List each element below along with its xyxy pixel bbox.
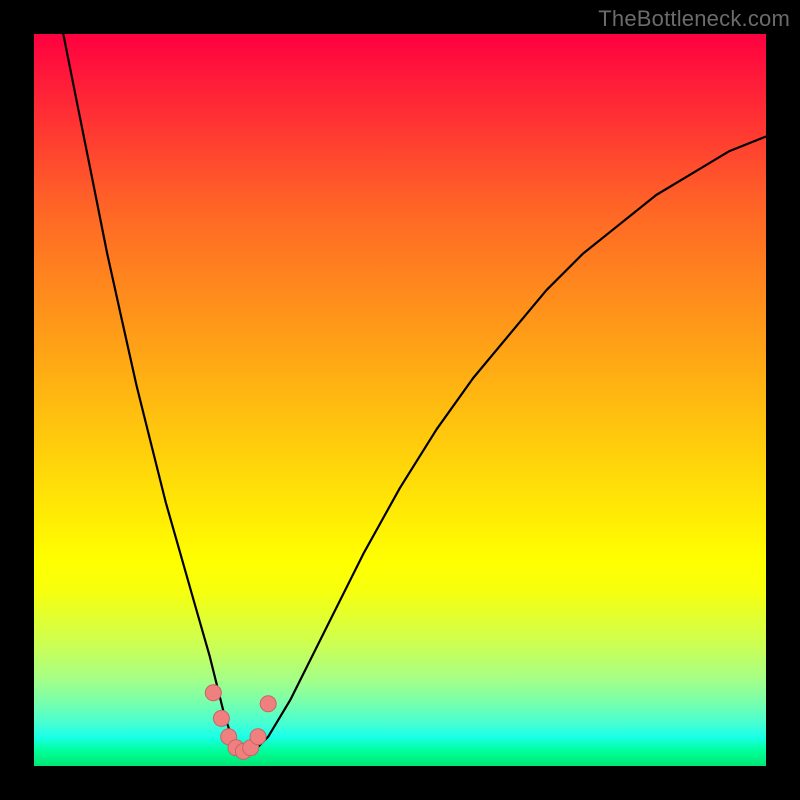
optimal-dot (205, 685, 221, 701)
chart-svg (34, 34, 766, 766)
optimal-dot (213, 710, 229, 726)
optimal-range-dots (205, 685, 276, 760)
optimal-dot (260, 696, 276, 712)
optimal-dot (250, 729, 266, 745)
chart-frame: TheBottleneck.com (0, 0, 800, 800)
bottleneck-curve-path (63, 34, 766, 751)
watermark-text: TheBottleneck.com (598, 6, 790, 32)
plot-area (34, 34, 766, 766)
